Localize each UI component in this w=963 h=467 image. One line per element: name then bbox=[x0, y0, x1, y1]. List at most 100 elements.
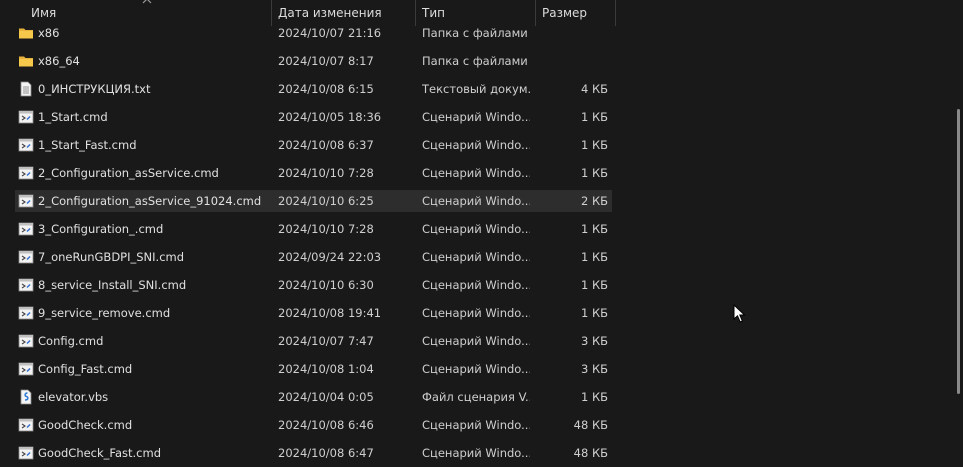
file-name: x86_64 bbox=[38, 54, 80, 68]
file-date-modified: 2024/10/08 6:47 bbox=[278, 446, 374, 460]
file-size: 3 КБ bbox=[580, 334, 608, 348]
file-date-modified: 2024/10/10 6:25 bbox=[278, 194, 374, 208]
file-type: Сценарий Windo... bbox=[422, 278, 530, 292]
file-name: 1_Start_Fast.cmd bbox=[38, 138, 137, 152]
file-date-modified: 2024/10/08 6:15 bbox=[278, 82, 374, 96]
file-explorer: Имя Дата изменения Тип Размер x86 2024/10… bbox=[0, 0, 963, 467]
file-type: Сценарий Windo... bbox=[422, 306, 530, 320]
cmd-file-icon bbox=[18, 277, 34, 293]
file-name: Config_Fast.cmd bbox=[38, 362, 133, 376]
file-name: GoodCheck.cmd bbox=[38, 418, 133, 432]
cmd-file-icon bbox=[18, 305, 34, 321]
file-date-modified: 2024/10/07 7:47 bbox=[278, 334, 374, 348]
mouse-cursor-icon bbox=[733, 304, 746, 323]
cmd-file-icon bbox=[18, 361, 34, 377]
file-size: 1 КБ bbox=[580, 306, 608, 320]
file-row[interactable]: 7_oneRunGBDPI_SNI.cmd 2024/09/24 22:03 Сце… bbox=[15, 246, 612, 268]
file-row[interactable]: x86 2024/10/07 21:16 Папка с файлами bbox=[15, 22, 612, 44]
file-name: 2_Configuration_asService.cmd bbox=[38, 166, 219, 180]
file-type: Сценарий Windo... bbox=[422, 250, 530, 264]
file-name: 1_Start.cmd bbox=[38, 110, 108, 124]
file-row[interactable]: Config_Fast.cmd 2024/10/08 1:04 Сценарий W… bbox=[15, 358, 612, 380]
file-row[interactable]: 1_Start.cmd 2024/10/05 18:36 Сценарий Wind… bbox=[15, 106, 612, 128]
file-type: Сценарий Windo... bbox=[422, 138, 530, 152]
file-row[interactable]: 3_Configuration_.cmd 2024/10/10 7:28 Сцена… bbox=[15, 218, 612, 240]
file-name: 0_ИНСТРУКЦИЯ.txt bbox=[38, 82, 151, 96]
file-size: 48 КБ bbox=[573, 418, 608, 432]
file-type: Сценарий Windo... bbox=[422, 418, 530, 432]
file-name: 2_Configuration_asService_91024.cmd bbox=[38, 194, 262, 208]
file-name: x86 bbox=[38, 26, 60, 40]
file-date-modified: 2024/10/07 8:17 bbox=[278, 54, 374, 68]
vertical-scrollbar[interactable] bbox=[955, 0, 963, 467]
file-name: GoodCheck_Fast.cmd bbox=[38, 446, 161, 460]
file-name: elevator.vbs bbox=[38, 390, 109, 404]
cmd-file-icon bbox=[18, 445, 34, 461]
file-size: 1 КБ bbox=[580, 166, 608, 180]
file-date-modified: 2024/10/08 6:46 bbox=[278, 418, 374, 432]
file-size bbox=[530, 22, 608, 44]
column-divider[interactable] bbox=[615, 0, 616, 26]
file-date-modified: 2024/10/05 18:36 bbox=[278, 110, 382, 124]
file-date-modified: 2024/10/07 21:16 bbox=[278, 26, 382, 40]
file-name: 7_oneRunGBDPI_SNI.cmd bbox=[38, 250, 185, 264]
file-row[interactable]: 8_service_Install_SNI.cmd 2024/10/10 6:30… bbox=[15, 274, 612, 296]
file-type: Сценарий Windo... bbox=[422, 222, 530, 236]
file-type: Сценарий Windo... bbox=[422, 334, 530, 348]
cmd-file-icon bbox=[18, 109, 34, 125]
file-row[interactable]: 9_service_remove.cmd 2024/10/08 19:41 Сцен… bbox=[15, 302, 612, 324]
file-size: 2 КБ bbox=[580, 194, 608, 208]
file-name: Config.cmd bbox=[38, 334, 104, 348]
file-type: Сценарий Windo... bbox=[422, 166, 530, 180]
file-date-modified: 2024/10/10 7:28 bbox=[278, 166, 374, 180]
file-size bbox=[530, 50, 608, 72]
file-size: 1 КБ bbox=[580, 278, 608, 292]
file-row[interactable]: Config.cmd 2024/10/07 7:47 Сценарий Windo.… bbox=[15, 330, 612, 352]
file-size: 1 КБ bbox=[580, 222, 608, 236]
file-type: Папка с файлами bbox=[422, 54, 528, 68]
cmd-file-icon bbox=[18, 417, 34, 433]
folder-icon bbox=[18, 53, 34, 69]
file-size: 48 КБ bbox=[573, 446, 608, 460]
file-date-modified: 2024/10/08 19:41 bbox=[278, 306, 382, 320]
cmd-file-icon bbox=[18, 221, 34, 237]
file-row[interactable]: 1_Start_Fast.cmd 2024/10/08 6:37 Сценарий … bbox=[15, 134, 612, 156]
file-type: Сценарий Windo... bbox=[422, 194, 530, 208]
file-row[interactable]: GoodCheck_Fast.cmd 2024/10/08 6:47 Сценари… bbox=[15, 442, 612, 464]
file-row[interactable]: 0_ИНСТРУКЦИЯ.txt 2024/10/08 6:15 Текстовый… bbox=[15, 78, 612, 100]
folder-icon bbox=[18, 25, 34, 41]
file-type: Сценарий Windo... bbox=[422, 362, 530, 376]
file-date-modified: 2024/10/10 6:30 bbox=[278, 278, 374, 292]
file-size: 1 КБ bbox=[580, 138, 608, 152]
file-date-modified: 2024/10/04 0:05 bbox=[278, 390, 374, 404]
file-row[interactable]: x86_64 2024/10/07 8:17 Папка с файлами bbox=[15, 50, 612, 72]
file-type: Текстовый докум... bbox=[422, 82, 530, 96]
file-row[interactable]: 2_Configuration_asService_91024.cmd 2024/… bbox=[15, 190, 612, 212]
file-size: 1 КБ bbox=[580, 390, 608, 404]
file-size: 4 КБ bbox=[580, 82, 608, 96]
cmd-file-icon bbox=[18, 333, 34, 349]
vbs-file-icon bbox=[18, 389, 34, 405]
file-type: Файл сценария V... bbox=[422, 390, 530, 404]
file-size: 1 КБ bbox=[580, 110, 608, 124]
file-type: Сценарий Windo... bbox=[422, 446, 530, 460]
scrollbar-thumb[interactable] bbox=[957, 109, 960, 394]
text-file-icon bbox=[18, 81, 34, 97]
file-date-modified: 2024/10/08 1:04 bbox=[278, 362, 374, 376]
file-name: 3_Configuration_.cmd bbox=[38, 222, 164, 236]
file-date-modified: 2024/09/24 22:03 bbox=[278, 250, 382, 264]
file-type: Папка с файлами bbox=[422, 26, 528, 40]
cmd-file-icon bbox=[18, 249, 34, 265]
cmd-file-icon bbox=[18, 193, 34, 209]
file-size: 1 КБ bbox=[580, 250, 608, 264]
file-name: 8_service_Install_SNI.cmd bbox=[38, 278, 187, 292]
file-type: Сценарий Windo... bbox=[422, 110, 530, 124]
file-date-modified: 2024/10/10 7:28 bbox=[278, 222, 374, 236]
file-size: 3 КБ bbox=[580, 362, 608, 376]
cmd-file-icon bbox=[18, 137, 34, 153]
cmd-file-icon bbox=[18, 165, 34, 181]
file-row[interactable]: 2_Configuration_asService.cmd 2024/10/10 … bbox=[15, 162, 612, 184]
file-row[interactable]: elevator.vbs 2024/10/04 0:05 Файл сценария… bbox=[15, 386, 612, 408]
file-row[interactable]: GoodCheck.cmd 2024/10/08 6:46 Сценарий Win… bbox=[15, 414, 612, 436]
file-date-modified: 2024/10/08 6:37 bbox=[278, 138, 374, 152]
